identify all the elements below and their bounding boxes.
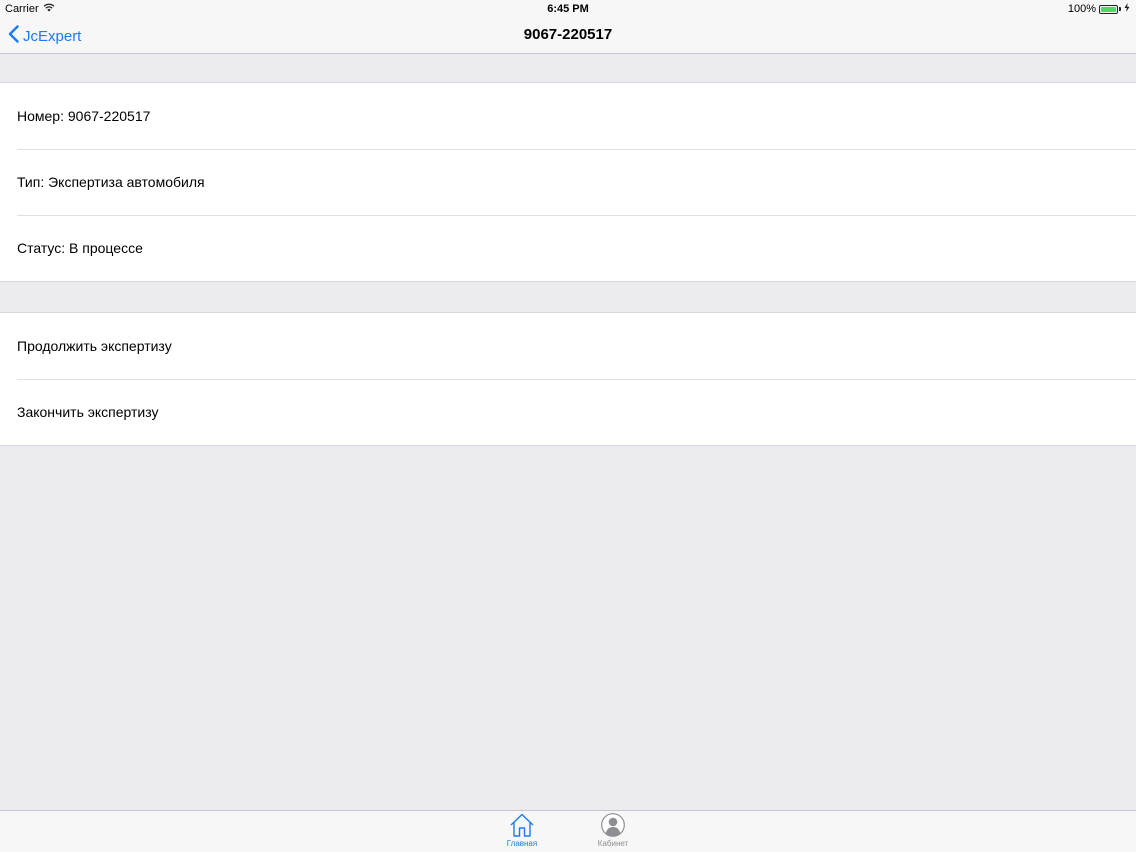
finish-expertise-label: Закончить экспертизу [17, 404, 159, 420]
status-right: 100% [1068, 3, 1130, 15]
row-status: Статус: В процессе [0, 215, 1136, 281]
info-section: Номер: 9067-220517 Тип: Экспертиза автом… [0, 82, 1136, 282]
battery-percent: 100% [1067, 3, 1096, 15]
status-bar: Carrier 6:45 PM 100% [0, 0, 1136, 18]
tab-cabinet[interactable]: Кабинет [583, 812, 643, 848]
page-title: 9067-220517 [523, 26, 613, 43]
battery-tip [1119, 7, 1121, 11]
row-type: Тип: Экспертиза автомобиля [0, 149, 1136, 215]
action-section: Продолжить экспертизу Закончить эксперти… [0, 312, 1136, 446]
tab-cabinet-label: Кабинет [597, 839, 629, 848]
navigation-bar: JcExpert 9067-220517 [0, 18, 1136, 54]
row-number-label: Номер: 9067-220517 [17, 108, 151, 124]
status-time: 6:45 PM [547, 3, 589, 15]
row-status-label: Статус: В процессе [17, 240, 143, 256]
app-window: Carrier 6:45 PM 100% JcExpert 9067-22051… [0, 0, 1136, 852]
row-number: Номер: 9067-220517 [0, 83, 1136, 149]
battery-icon [1099, 4, 1118, 14]
battery-fill [1101, 6, 1116, 12]
tab-bar: Главная Кабинет [0, 810, 1136, 852]
user-icon [600, 812, 626, 838]
continue-expertise-button[interactable]: Продолжить экспертизу [0, 313, 1136, 379]
finish-expertise-button[interactable]: Закончить экспертизу [0, 379, 1136, 445]
row-type-label: Тип: Экспертиза автомобиля [17, 174, 205, 190]
home-icon [509, 812, 535, 838]
continue-expertise-label: Продолжить экспертизу [17, 338, 172, 354]
tab-home[interactable]: Главная [492, 812, 552, 848]
tab-home-label: Главная [506, 839, 538, 848]
charging-icon [1124, 3, 1130, 15]
